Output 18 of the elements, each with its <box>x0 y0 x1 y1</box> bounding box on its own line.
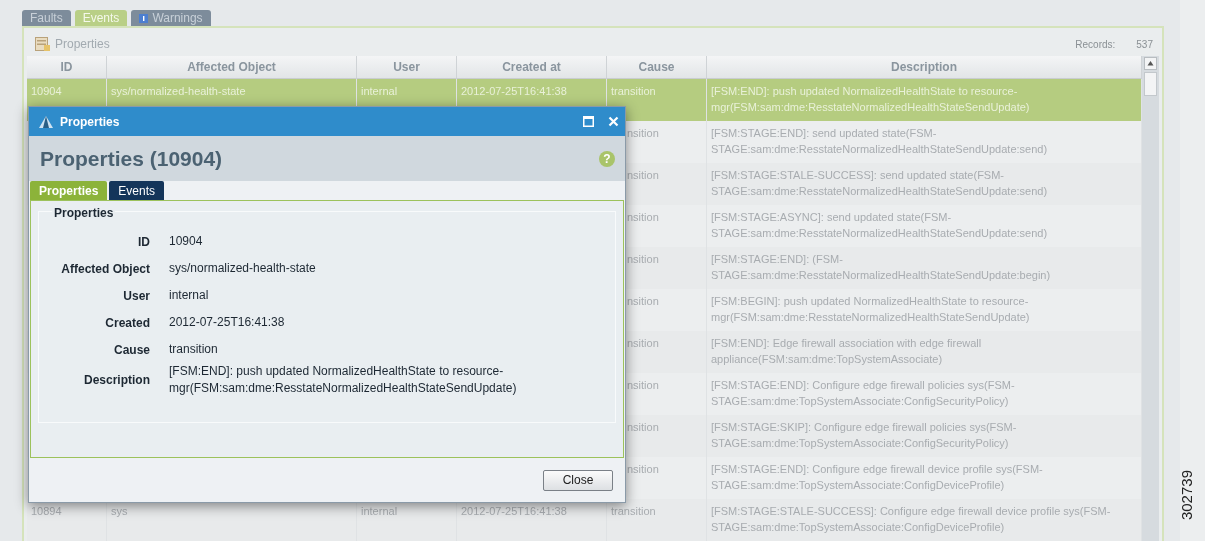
field-label: Description <box>83 373 150 387</box>
field-label: ID <box>137 234 150 249</box>
panel-title: Properties <box>55 37 111 51</box>
field-value: internal <box>169 287 210 304</box>
dialog-heading: Properties (10904) <box>40 146 224 171</box>
field-label: User <box>122 288 150 303</box>
field-label: Created <box>104 315 150 330</box>
field-value: 10904 <box>169 233 204 250</box>
records-label: Records: <box>1075 38 1116 50</box>
field-value: sys/normalized-health-state <box>169 260 317 277</box>
field-label: Cause <box>112 342 150 357</box>
field-label: Affected Object <box>60 261 150 276</box>
field-value: 2012-07-25T16:41:38 <box>169 314 286 331</box>
field-value: [FSM:END]: push updated NormalizedHealthState to resource-mgr(FSM:sam:dme:ResstateNormalizedHealthStateSendUpdate) <box>169 363 518 397</box>
records-count: 537 <box>1136 38 1153 50</box>
group-title: Properties <box>52 206 116 220</box>
field-value: transition <box>169 341 219 358</box>
figure-number: 302739 <box>1178 470 1196 521</box>
